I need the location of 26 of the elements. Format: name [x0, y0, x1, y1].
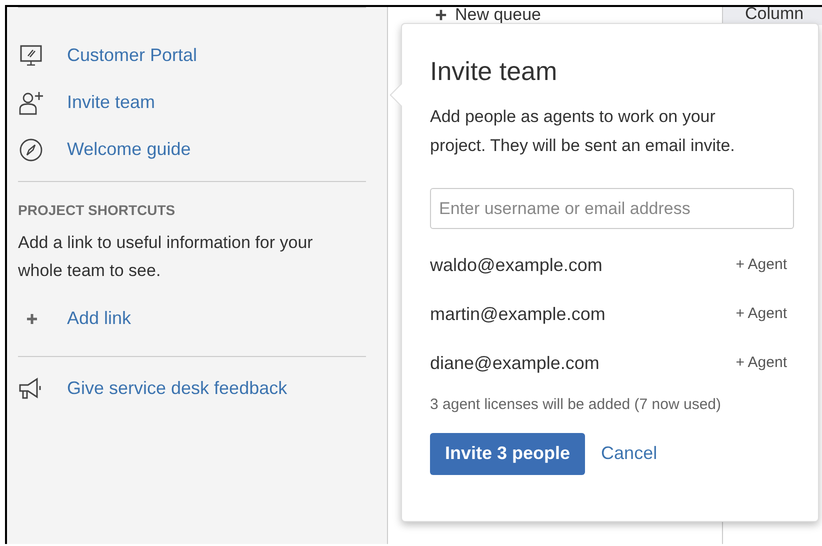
monitor-icon	[18, 42, 44, 68]
role-link[interactable]: + Agent	[736, 352, 787, 375]
invitee-email: waldo@example.com	[430, 254, 602, 277]
dialog-title: Invite team	[430, 55, 558, 88]
role-link[interactable]: + Agent	[736, 254, 787, 277]
compass-icon	[18, 136, 44, 162]
license-note: 3 agent licenses will be added (7 now used)	[430, 395, 722, 415]
columns-tab[interactable]: Column	[722, 7, 822, 25]
search-field[interactable]: Enter username or email address	[430, 188, 794, 229]
role-link[interactable]: + Agent	[736, 303, 787, 326]
nav-link[interactable]: Customer Portal	[67, 42, 198, 69]
nav-link[interactable]: Welcome guide	[67, 136, 191, 163]
section-heading: PROJECT SHORTCUTS	[18, 201, 176, 220]
invitee-email: diane@example.com	[430, 352, 600, 375]
description-text: Add a link to useful information for your whole team to see.	[18, 232, 314, 282]
invitee-email: martin@example.com	[430, 303, 606, 326]
new-queue-link[interactable]: New queue	[455, 7, 542, 25]
nav-link[interactable]: Invite team	[67, 89, 156, 116]
megaphone-icon	[18, 376, 44, 402]
add-user-icon	[18, 90, 44, 116]
plus-icon	[435, 9, 447, 21]
add-link[interactable]: Add link	[67, 305, 132, 332]
invite-button[interactable]: Invite 3 people	[430, 432, 586, 474]
dialog-description: Add people as agents to work on your project. They will be sent an email invite.	[430, 106, 736, 157]
cancel-link[interactable]: Cancel	[601, 440, 658, 467]
feedback-link[interactable]: Give service desk feedback	[67, 375, 288, 402]
